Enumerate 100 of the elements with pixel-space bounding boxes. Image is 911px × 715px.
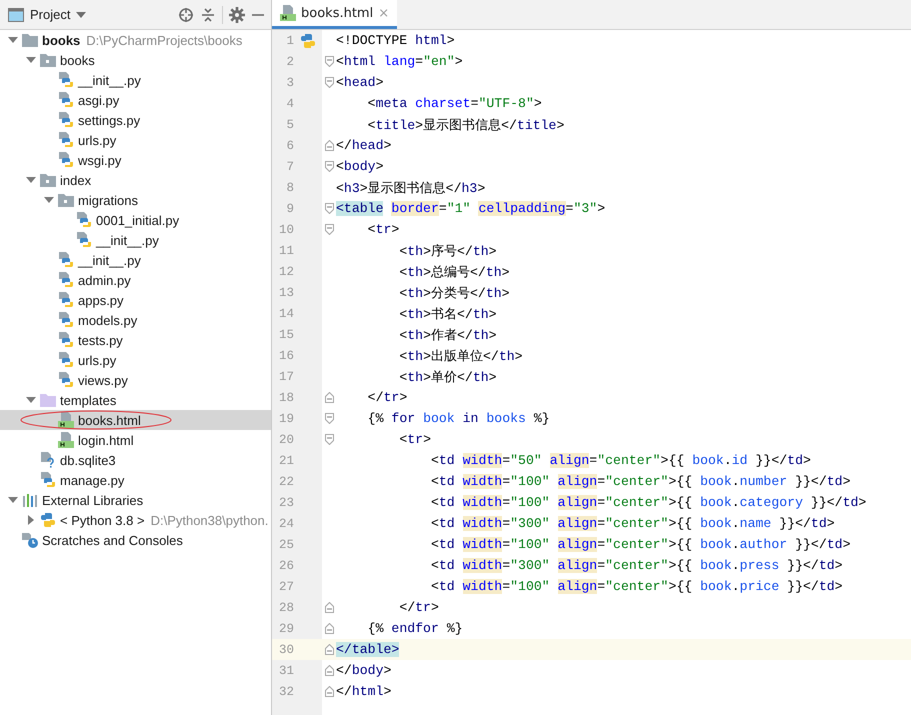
fold-icon[interactable]	[324, 161, 334, 172]
code-line: <td width="100" align="center">{{ book.author }}</td>	[430, 537, 850, 552]
tree-row[interactable]: admin.py	[0, 270, 271, 290]
line-number: 29	[278, 622, 294, 636]
fold-icon[interactable]	[324, 644, 334, 655]
settings-icon[interactable]	[229, 6, 245, 22]
package-folder-icon	[40, 53, 56, 67]
tree-row[interactable]: books	[0, 50, 271, 70]
expand-arrow-icon[interactable]	[26, 515, 36, 525]
line-number: 4	[285, 96, 294, 110]
tree-label: settings.py	[78, 112, 140, 128]
line-number: 30	[278, 642, 294, 656]
tree-row[interactable]: __init__.py	[0, 70, 271, 90]
tree-label: 0001_initial.py	[96, 212, 180, 228]
tree-label: < Python 3.8 >	[60, 512, 145, 528]
line-number: 7	[285, 160, 294, 174]
tree-label: tests.py	[78, 332, 123, 348]
python-file-icon	[76, 232, 92, 248]
caret-icon	[76, 12, 86, 18]
line-number: 28	[278, 600, 294, 614]
fold-icon[interactable]	[324, 224, 334, 235]
tree-row[interactable]: templates	[0, 390, 271, 410]
line-number: 6	[285, 138, 294, 152]
view-selector[interactable]: Project	[8, 7, 86, 22]
tree-row[interactable]: External Libraries	[0, 490, 271, 510]
fold-icon[interactable]	[324, 413, 334, 424]
tree-label: views.py	[78, 372, 128, 388]
tree-row[interactable]: Scratches and Consoles	[0, 530, 271, 550]
code-line: </head>	[336, 138, 392, 153]
collapse-arrow-icon[interactable]	[8, 495, 18, 505]
unknown-file-icon	[40, 452, 56, 468]
tree-row[interactable]: login.html	[0, 430, 271, 450]
package-folder-icon	[40, 173, 56, 187]
fold-icon[interactable]	[324, 77, 334, 88]
path-hint: D:\PyCharmProjects\books	[86, 32, 242, 48]
fold-icon[interactable]	[324, 434, 334, 445]
fold-icon[interactable]	[324, 623, 334, 634]
code-line: <th>单价</th>	[398, 368, 497, 386]
tree-row[interactable]: tests.py	[0, 330, 271, 350]
tree-row[interactable]: urls.py	[0, 130, 271, 150]
code-line: <td width="100" align="center">{{ book.price }}</td>	[430, 579, 843, 594]
editor-tab[interactable]: books.html ×	[272, 0, 398, 29]
line-number: 26	[278, 558, 294, 572]
line-number: 24	[278, 516, 294, 530]
python-file-icon	[58, 332, 74, 348]
fold-icon[interactable]	[324, 602, 334, 613]
code-line: <table border="1" cellpadding="3">	[336, 201, 606, 216]
code-line: <td width="300" align="center">{{ book.name }}</td>	[430, 516, 835, 531]
tree-row[interactable]: 0001_initial.py	[0, 210, 271, 230]
tree-row[interactable]: asgi.py	[0, 90, 271, 110]
code-line: <td width="100" align="center">{{ book.number }}</td>	[430, 474, 850, 489]
python-file-icon	[58, 372, 74, 388]
tree-row[interactable]: < Python 3.8 > D:\Python38\python.	[0, 510, 271, 530]
tree-row[interactable]: books D:\PyCharmProjects\books	[0, 30, 271, 50]
python-file-icon	[58, 112, 74, 128]
html-file-icon	[58, 412, 74, 428]
python-gutter-icon	[300, 32, 316, 48]
tree-row[interactable]: db.sqlite3	[0, 450, 271, 470]
code-line: <tr>	[398, 432, 431, 447]
code-line: <th>序号</th>	[398, 242, 497, 260]
fold-icon[interactable]	[324, 203, 334, 214]
tree-row[interactable]: apps.py	[0, 290, 271, 310]
code-line: <title>显示图书信息</title>	[366, 116, 564, 134]
line-number: 25	[278, 538, 294, 552]
fold-icon[interactable]	[324, 140, 334, 151]
fold-icon[interactable]	[324, 56, 334, 67]
fold-icon[interactable]	[324, 392, 334, 403]
tree-row[interactable]: settings.py	[0, 110, 271, 130]
libraries-icon	[22, 493, 38, 507]
code-line: <meta charset="UTF-8">	[366, 96, 542, 111]
line-number: 31	[278, 664, 294, 678]
tree-label: index	[60, 172, 92, 188]
tree-row[interactable]: wsgi.py	[0, 150, 271, 170]
tree-row[interactable]: books.html	[0, 410, 271, 430]
locate-icon[interactable]	[178, 6, 194, 22]
tree-label: urls.py	[78, 132, 116, 148]
python-file-icon	[58, 292, 74, 308]
line-number: 2	[285, 54, 294, 68]
line-number: 12	[278, 264, 294, 278]
tree-row[interactable]: models.py	[0, 310, 271, 330]
package-folder-icon	[58, 193, 74, 207]
fold-icon[interactable]	[324, 665, 334, 676]
code-line: {% endfor %}	[366, 621, 463, 636]
code-line: <th>作者</th>	[398, 326, 497, 344]
tree-label: __init__.py	[78, 252, 141, 268]
tree-row[interactable]: index	[0, 170, 271, 190]
line-number: 13	[278, 286, 294, 300]
line-number: 22	[278, 474, 294, 488]
tree-row[interactable]: migrations	[0, 190, 271, 210]
tree-row[interactable]: urls.py	[0, 350, 271, 370]
tree-row[interactable]: manage.py	[0, 470, 271, 490]
code-line: <body>	[336, 159, 384, 174]
code-line: </body>	[336, 663, 392, 678]
tree-row[interactable]: __init__.py	[0, 250, 271, 270]
line-number: 8	[285, 180, 294, 194]
fold-icon[interactable]	[324, 686, 334, 697]
collapse-all-icon[interactable]	[200, 6, 216, 22]
tree-row[interactable]: __init__.py	[0, 230, 271, 250]
tree-row[interactable]: views.py	[0, 370, 271, 390]
collapse-arrow-icon[interactable]	[26, 395, 36, 405]
